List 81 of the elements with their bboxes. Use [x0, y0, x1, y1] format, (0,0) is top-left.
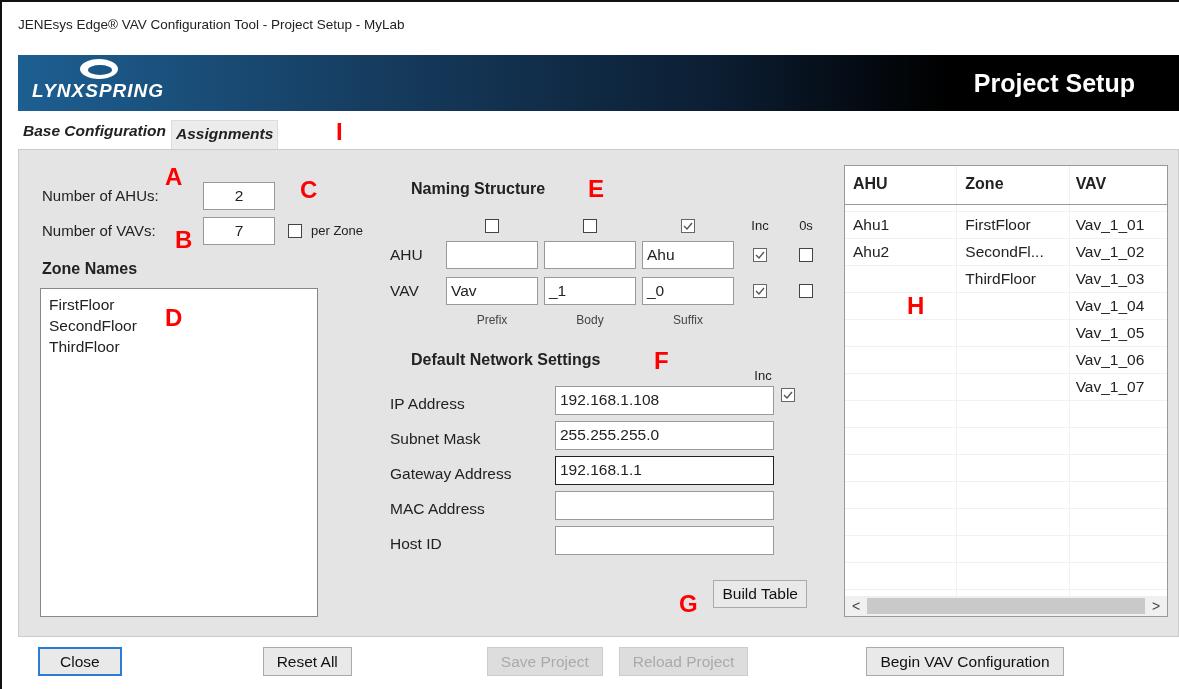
text-field[interactable] — [555, 526, 774, 555]
text-field[interactable]: 255.255.255.0 — [555, 421, 774, 450]
column-header: AHU — [845, 166, 958, 204]
table-cell: Ahu2 — [853, 243, 890, 260]
page-title: Project Setup — [973, 68, 1136, 98]
checkbox[interactable] — [681, 218, 695, 233]
callout-letter: A — [165, 165, 183, 189]
number-field[interactable]: 7 — [203, 216, 275, 245]
name-field[interactable]: _1 — [544, 277, 636, 305]
column-header: VAV — [1074, 174, 1108, 194]
row-label: VAV — [390, 282, 420, 300]
button[interactable]: Begin VAV Configuration — [866, 647, 1064, 676]
field-label: Number of AHUs: — [42, 187, 160, 204]
list-item[interactable]: SecondFloor — [49, 315, 137, 336]
column-label: Prefix — [476, 313, 508, 327]
window-title: JENEsys Edge® VAV Configuration Tool - Project Setup - MyLab — [18, 16, 405, 32]
checkbox-label: per Zone — [311, 223, 364, 238]
button[interactable]: Close — [38, 647, 122, 676]
column-label: Suffix — [673, 313, 703, 327]
name-field[interactable] — [544, 241, 636, 269]
tab[interactable]: Assignments — [170, 120, 279, 149]
text-field[interactable] — [555, 491, 774, 520]
logo-text: LYNXSPRING — [32, 80, 165, 102]
scrollbar-thumb[interactable] — [867, 598, 1145, 614]
table-cell: Ahu1 — [853, 216, 890, 233]
column-label: 0s — [798, 218, 814, 233]
section-heading: Default Network Settings — [411, 351, 601, 369]
callout-letter: I — [336, 120, 343, 144]
checkbox[interactable] — [799, 284, 813, 298]
column-label: Inc — [754, 368, 772, 383]
column-label: Inc — [750, 218, 770, 233]
callout-letter: H — [907, 294, 925, 318]
callout-letter: C — [300, 178, 318, 202]
callout-letter: D — [165, 306, 183, 330]
button[interactable]: Reset All — [262, 647, 352, 676]
scroll-left-button[interactable]: < — [845, 598, 867, 614]
callout-letter: E — [588, 177, 604, 201]
checkbox[interactable] — [753, 248, 767, 262]
field-label: Host ID — [390, 533, 443, 553]
field-label: MAC Address — [390, 498, 486, 518]
field-label: Gateway Address — [390, 463, 513, 483]
section-heading: Zone Names — [42, 260, 139, 278]
checkbox[interactable] — [583, 218, 597, 233]
table-cell: Vav_1_07 — [1075, 378, 1145, 395]
table-cell: Vav_1_06 — [1075, 351, 1145, 368]
table-cell: Vav_1_02 — [1075, 243, 1145, 260]
checkbox[interactable] — [799, 248, 813, 262]
checkbox[interactable] — [753, 284, 767, 298]
row-label: AHU — [390, 246, 424, 264]
table-cell: Vav_1_05 — [1075, 324, 1145, 341]
callout-letter: B — [175, 228, 193, 252]
callout-letter: F — [654, 349, 669, 373]
table-cell: Vav_1_04 — [1075, 297, 1145, 314]
table-cell: SecondFl... — [965, 243, 1044, 260]
field-label: IP Address — [390, 393, 466, 413]
checkbox[interactable] — [288, 223, 302, 238]
table-cell: Vav_1_01 — [1075, 216, 1145, 233]
column-label: Body — [576, 313, 604, 327]
field-label: Number of VAVs: — [42, 222, 157, 239]
checkbox[interactable] — [485, 218, 499, 233]
build-table-button[interactable]: Build Table — [713, 580, 807, 608]
callout-letter: G — [679, 592, 698, 616]
horizontal-scrollbar[interactable]: < > — [845, 596, 1167, 616]
name-field[interactable]: Ahu — [642, 241, 734, 269]
table-cell: ThirdFloor — [965, 270, 1036, 287]
section-heading: Naming Structure — [411, 180, 546, 198]
table-cell: FirstFloor — [965, 216, 1031, 233]
text-field[interactable]: 192.168.1.108 — [555, 386, 774, 415]
number-field[interactable]: 2 — [203, 181, 275, 210]
name-field[interactable] — [446, 241, 538, 269]
list-item[interactable]: FirstFloor — [49, 294, 115, 315]
name-field[interactable]: _0 — [642, 277, 734, 305]
list-item[interactable]: ThirdFloor — [49, 336, 120, 357]
table-cell: Vav_1_03 — [1075, 270, 1145, 287]
scroll-right-button[interactable]: > — [1145, 598, 1167, 614]
name-field[interactable]: Vav — [446, 277, 538, 305]
checkbox[interactable] — [781, 387, 795, 402]
field-label: Subnet Mask — [390, 428, 482, 448]
swirl-logo-icon — [80, 59, 118, 79]
text-field[interactable]: 192.168.1.1 — [555, 456, 774, 485]
column-header: Zone — [957, 166, 1070, 204]
